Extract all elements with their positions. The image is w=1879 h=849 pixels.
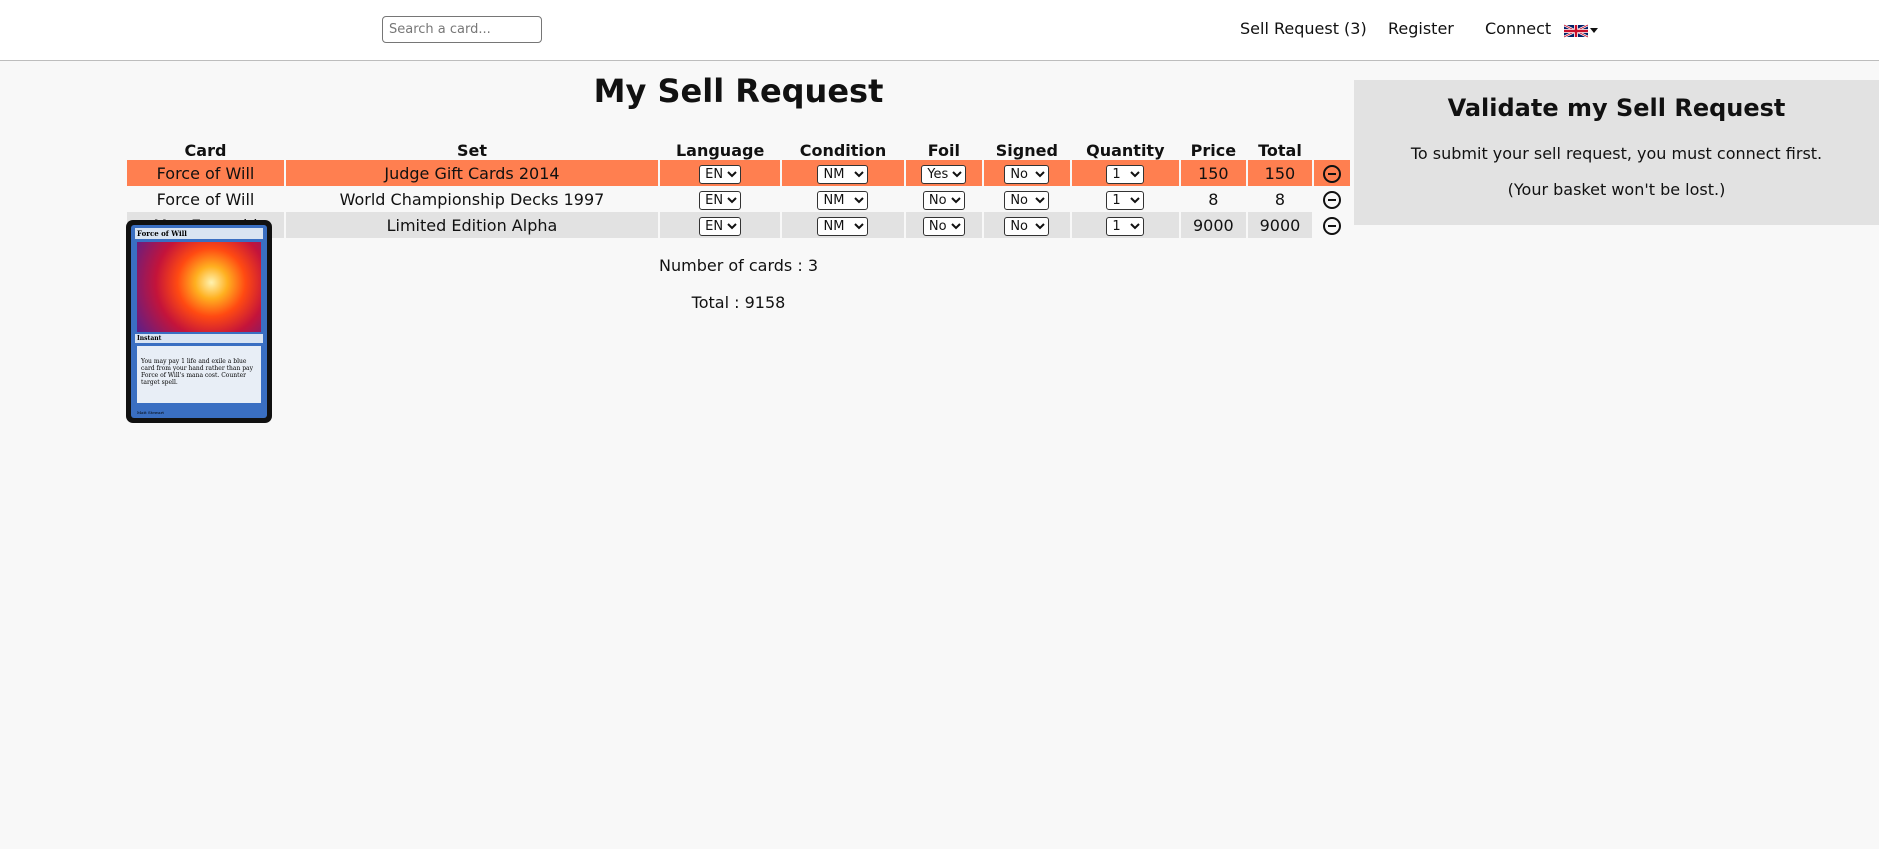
language-select[interactable]: EN [699, 216, 742, 236]
nav-connect-link[interactable]: Connect [1485, 19, 1551, 38]
set-cell: World Championship Decks 1997 [285, 186, 658, 212]
table-row: Force of Will Judge Gift Cards 2014 EN N… [127, 160, 1350, 186]
signed-cell: No [984, 160, 1070, 186]
signed-select[interactable]: No [1004, 190, 1050, 210]
card-frame: Force of Will Instant You may pay 1 life… [131, 225, 267, 418]
card-preview-artist: Matt Stewart [137, 410, 165, 415]
row-total-cell: 9000 [1247, 212, 1313, 238]
foil-cell: No [905, 212, 983, 238]
remove-minus-icon[interactable] [1323, 216, 1342, 235]
search-input[interactable] [382, 16, 542, 43]
foil-cell: No [905, 186, 983, 212]
card-name-cell[interactable]: Force of Will [127, 186, 284, 212]
price-cell: 150 [1181, 160, 1246, 186]
quantity-cell: 1 [1071, 186, 1180, 212]
signed-cell: No [984, 212, 1070, 238]
nav-register-link[interactable]: Register [1388, 19, 1454, 38]
foil-select[interactable]: No [922, 190, 965, 210]
column-header-foil: Foil [927, 141, 960, 160]
card-preview-image: Force of Will Instant You may pay 1 life… [126, 220, 272, 423]
quantity-select[interactable]: 1 [1106, 216, 1145, 236]
language-cell: EN [659, 186, 781, 212]
foil-select[interactable]: No [922, 216, 965, 236]
remove-cell [1314, 212, 1350, 238]
card-preview-rules-text: You may pay 1 life and exile a blue card… [137, 346, 261, 403]
column-header-total: Total [1258, 141, 1302, 160]
remove-cell [1314, 160, 1350, 186]
validate-title: Validate my Sell Request [1447, 94, 1786, 122]
quantity-select[interactable]: 1 [1106, 164, 1145, 184]
condition-select[interactable]: NM [817, 216, 869, 236]
condition-select[interactable]: NM [817, 190, 869, 210]
condition-cell: NM [782, 212, 904, 238]
column-header-card: Card [184, 141, 227, 160]
table-header-row: Card Set Language Condition Foil Signed … [127, 134, 1350, 160]
card-art-image [137, 242, 261, 332]
column-header-price: Price [1190, 141, 1237, 160]
card-name-cell[interactable]: Force of Will [127, 160, 284, 186]
condition-cell: NM [782, 186, 904, 212]
uk-flag-icon[interactable] [1564, 24, 1588, 38]
column-header-signed: Signed [995, 141, 1058, 160]
column-header-set: Set [456, 141, 487, 160]
grand-total: Total : 9158 [691, 293, 786, 312]
price-cell: 8 [1181, 186, 1246, 212]
condition-select[interactable]: NM [817, 164, 869, 184]
column-header-language: Language [675, 141, 765, 160]
foil-cell: Yes [905, 160, 983, 186]
signed-cell: No [984, 186, 1070, 212]
column-header-remove [1314, 134, 1350, 160]
quantity-select[interactable]: 1 [1106, 190, 1145, 210]
column-header-condition: Condition [799, 141, 887, 160]
foil-select[interactable]: Yes [921, 164, 967, 184]
signed-select[interactable]: No [1004, 164, 1050, 184]
signed-select[interactable]: No [1004, 216, 1050, 236]
remove-cell [1314, 186, 1350, 212]
validate-message: To submit your sell request, you must co… [1410, 144, 1823, 163]
remove-minus-icon[interactable] [1323, 164, 1342, 183]
card-preview-type: Instant [135, 334, 263, 343]
sell-request-table: Card Set Language Condition Foil Signed … [125, 134, 1352, 238]
language-cell: EN [659, 212, 781, 238]
condition-cell: NM [782, 160, 904, 186]
validate-note: (Your basket won't be lost.) [1507, 180, 1726, 199]
number-of-cards: Number of cards : 3 [659, 256, 818, 275]
remove-minus-icon[interactable] [1323, 190, 1342, 209]
set-cell: Judge Gift Cards 2014 [285, 160, 658, 186]
card-preview-name: Force of Will [135, 228, 263, 239]
table-row: Mox Emerald Limited Edition Alpha EN NM … [127, 212, 1350, 238]
language-dropdown-caret-icon[interactable] [1590, 28, 1598, 33]
top-navbar: Sell Request (3) Register Connect [0, 0, 1879, 61]
set-cell: Limited Edition Alpha [285, 212, 658, 238]
page-title: My Sell Request [593, 72, 884, 110]
language-select[interactable]: EN [699, 164, 742, 184]
table-row: Force of Will World Championship Decks 1… [127, 186, 1350, 212]
row-total-cell: 150 [1247, 160, 1313, 186]
language-cell: EN [659, 160, 781, 186]
nav-sell-request-link[interactable]: Sell Request (3) [1240, 19, 1367, 38]
column-header-quantity: Quantity [1086, 141, 1165, 160]
quantity-cell: 1 [1071, 212, 1180, 238]
row-total-cell: 8 [1247, 186, 1313, 212]
validate-panel: Validate my Sell Request To submit your … [1354, 80, 1879, 225]
quantity-cell: 1 [1071, 160, 1180, 186]
language-select[interactable]: EN [699, 190, 742, 210]
price-cell: 9000 [1181, 212, 1246, 238]
